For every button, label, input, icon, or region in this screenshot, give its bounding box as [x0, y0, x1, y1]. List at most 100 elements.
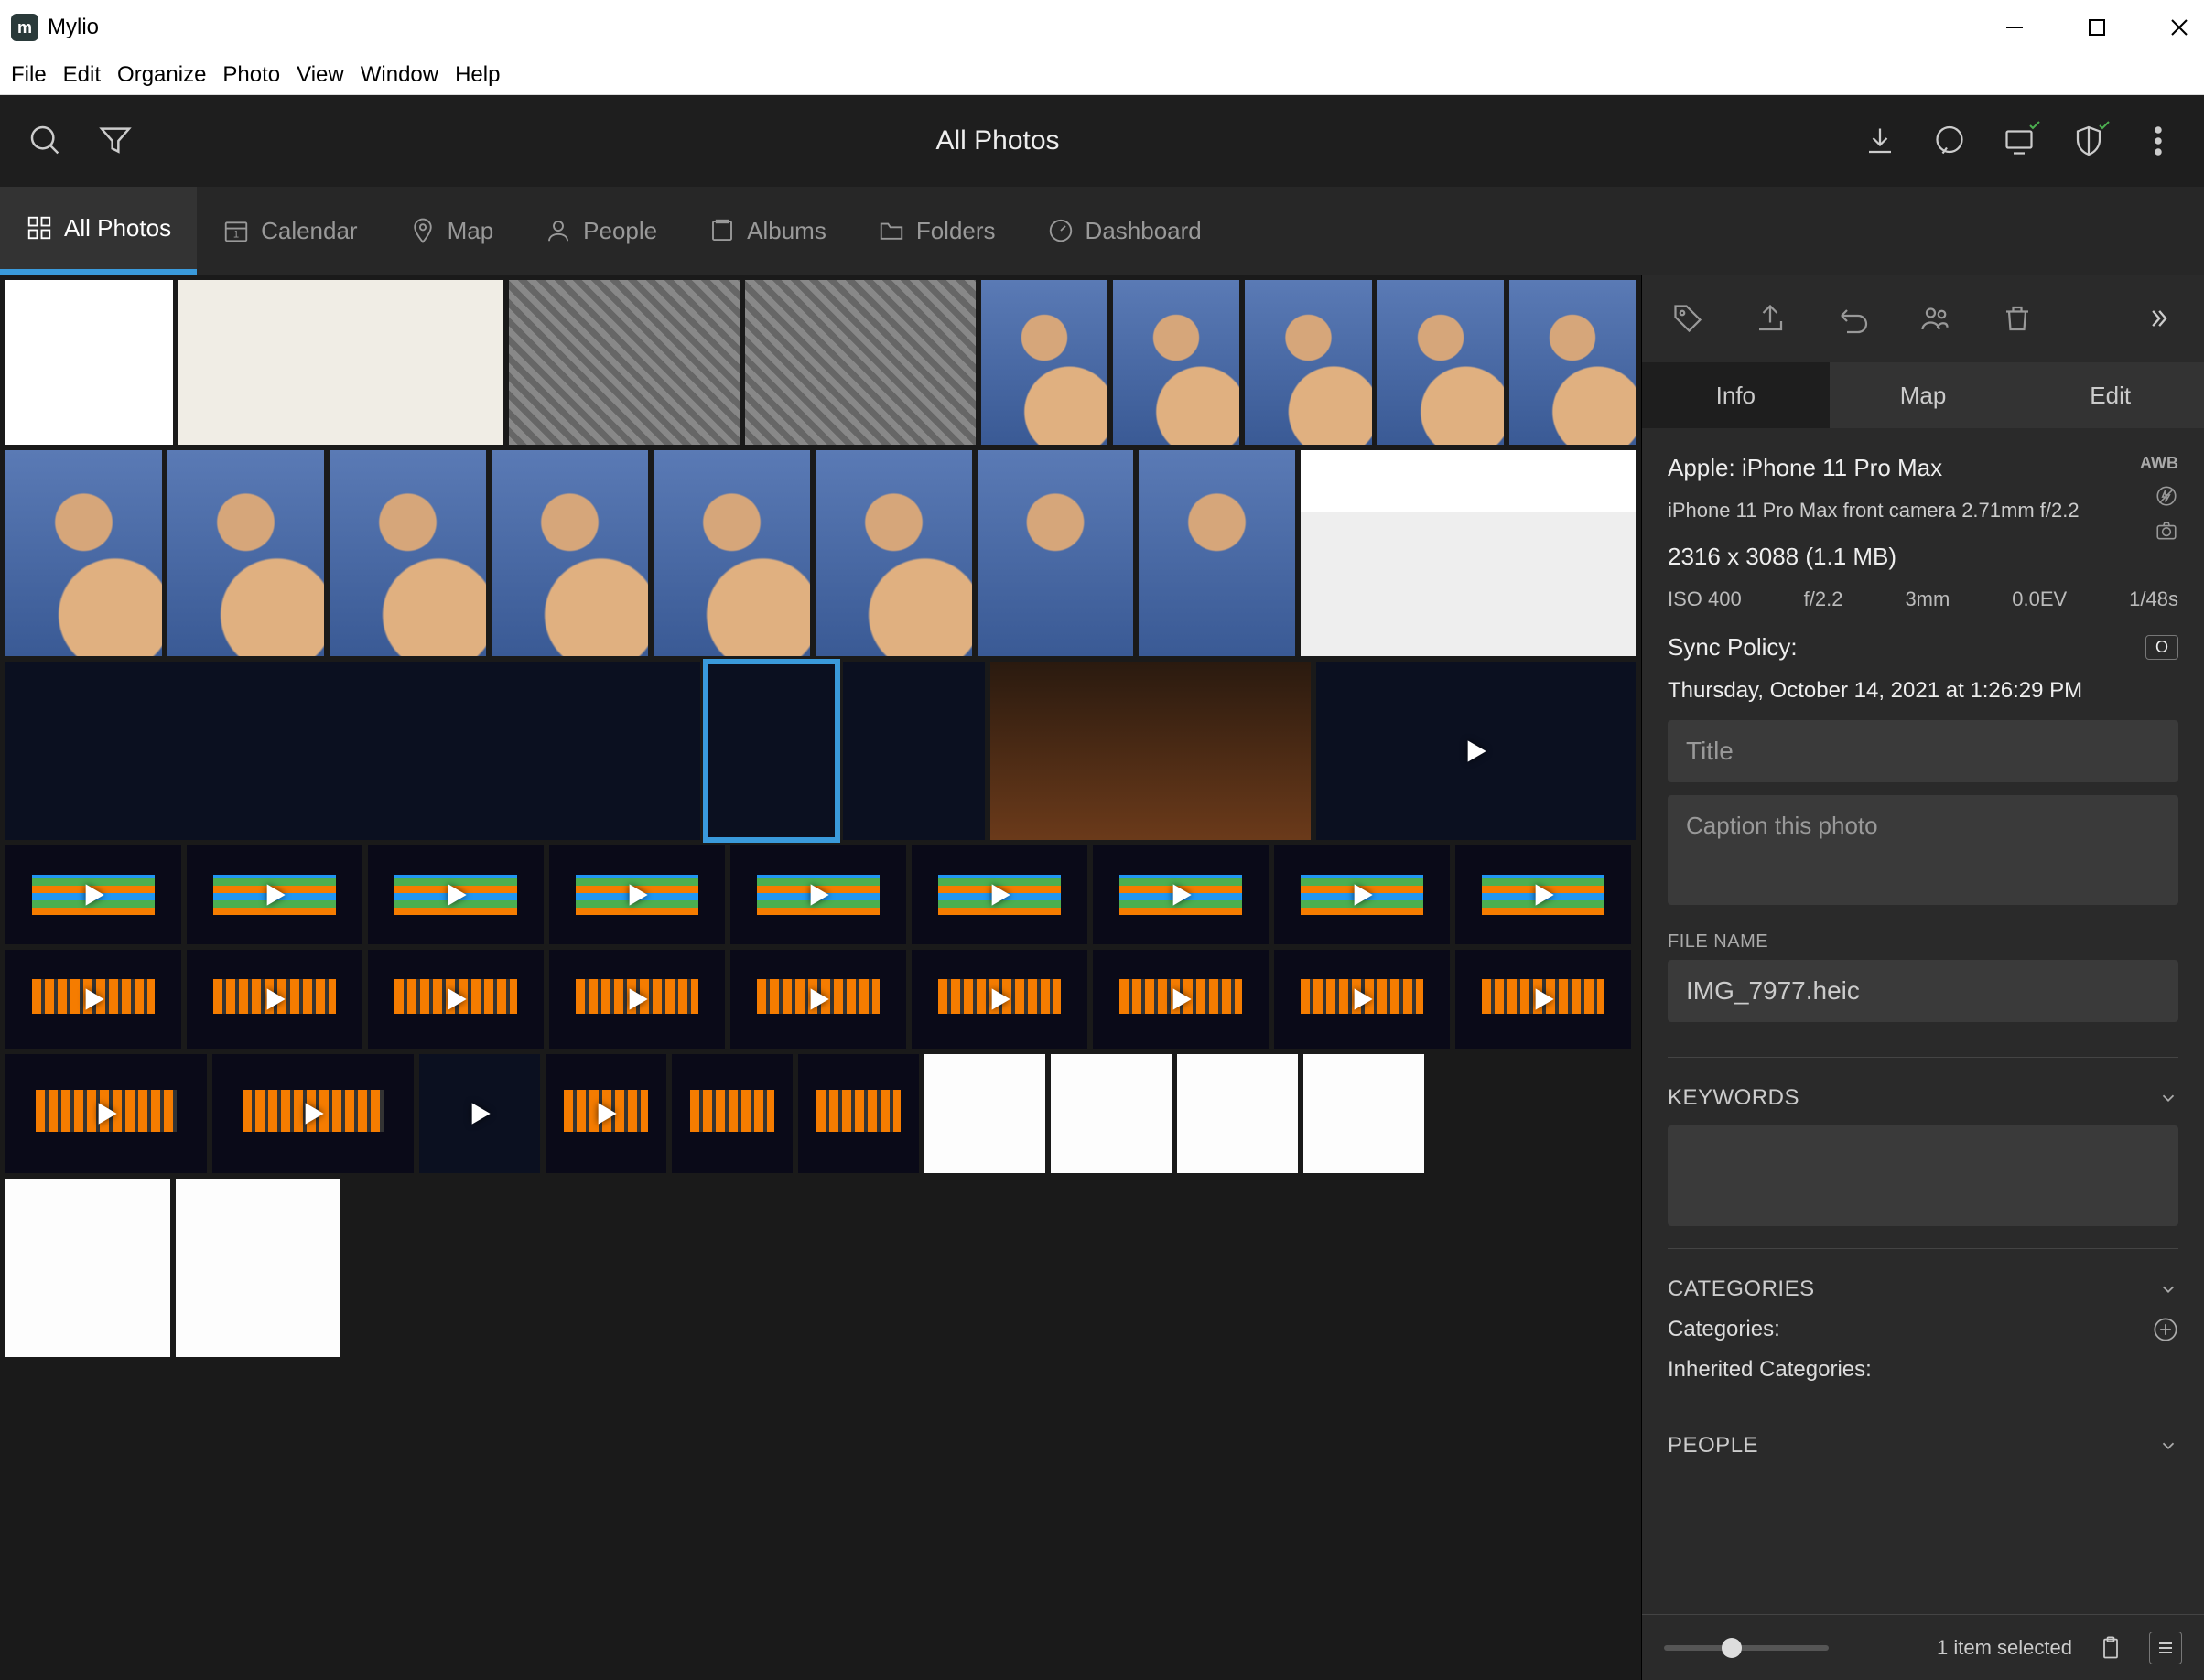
thumbnail[interactable] [798, 1054, 919, 1173]
thumbnail[interactable] [549, 845, 725, 944]
thumbnail[interactable] [1113, 280, 1239, 445]
filename-input[interactable] [1668, 960, 2178, 1022]
thumbnail[interactable] [549, 950, 725, 1049]
thumbnail[interactable] [978, 450, 1134, 656]
thumbnail[interactable] [1177, 1054, 1298, 1173]
keywords-section[interactable]: KEYWORDS [1668, 1085, 2178, 1111]
thumbnail[interactable] [1378, 280, 1504, 445]
close-button[interactable] [2166, 14, 2193, 41]
thumbnail[interactable] [672, 1054, 793, 1173]
tab-albums[interactable]: Albums [683, 187, 852, 275]
search-icon[interactable] [27, 123, 64, 159]
thumbnail[interactable] [178, 280, 503, 445]
trash-icon[interactable] [1999, 300, 2036, 337]
thumbnail[interactable] [1139, 450, 1295, 656]
clipboard-icon[interactable] [2094, 1632, 2127, 1664]
thumbnail[interactable] [745, 280, 976, 445]
thumbnail[interactable] [5, 280, 173, 445]
thumbnail[interactable] [1274, 950, 1450, 1049]
list-icon[interactable] [2149, 1632, 2182, 1664]
rp-tab-edit[interactable]: Edit [2016, 362, 2204, 428]
thumbnail[interactable] [5, 450, 162, 656]
thumbnail[interactable] [1245, 280, 1371, 445]
more-icon[interactable] [2140, 123, 2177, 159]
thumbnail[interactable] [368, 950, 544, 1049]
thumbnail[interactable] [330, 450, 486, 656]
filter-icon[interactable] [97, 123, 134, 159]
thumbnail[interactable] [816, 450, 972, 656]
thumbnail[interactable] [1301, 450, 1636, 656]
tag-icon[interactable] [1669, 300, 1706, 337]
thumbnail[interactable] [509, 280, 740, 445]
thumbnail[interactable] [5, 950, 181, 1049]
collapse-panel-icon[interactable] [2140, 300, 2177, 337]
menu-edit[interactable]: Edit [63, 62, 101, 88]
tab-map[interactable]: Map [384, 187, 520, 275]
thumbnail[interactable] [1455, 845, 1631, 944]
thumbnail[interactable] [176, 1179, 340, 1357]
people-section[interactable]: PEOPLE [1668, 1433, 2178, 1459]
dimensions: 2316 x 3088 (1.1 MB) [1668, 543, 2140, 571]
thumbnail[interactable] [1051, 1054, 1172, 1173]
thumbnail[interactable] [1316, 662, 1636, 840]
tab-calendar[interactable]: 1Calendar [197, 187, 384, 275]
menu-help[interactable]: Help [455, 62, 500, 88]
add-category-icon[interactable] [2153, 1317, 2178, 1342]
thumbnail[interactable] [1093, 950, 1269, 1049]
thumbnail[interactable] [419, 1054, 540, 1173]
thumbnail[interactable] [187, 845, 362, 944]
thumbnail[interactable] [912, 845, 1087, 944]
thumbnail[interactable] [5, 662, 700, 840]
thumbnail[interactable] [1274, 845, 1450, 944]
caption-input[interactable] [1668, 795, 2178, 905]
undo-icon[interactable] [1834, 300, 1871, 337]
menu-view[interactable]: View [297, 62, 344, 88]
thumbnail[interactable] [492, 450, 648, 656]
rp-tab-map[interactable]: Map [1830, 362, 2017, 428]
menu-organize[interactable]: Organize [117, 62, 206, 88]
thumbnail[interactable] [368, 845, 544, 944]
tab-people[interactable]: People [519, 187, 683, 275]
thumbnail[interactable] [706, 662, 838, 840]
thumbnail[interactable] [5, 845, 181, 944]
menu-photo[interactable]: Photo [222, 62, 280, 88]
photo-grid[interactable] [0, 275, 1641, 1680]
thumbnail[interactable] [1303, 1054, 1424, 1173]
tab-all-photos[interactable]: All Photos [0, 187, 197, 275]
chat-icon[interactable] [1931, 123, 1968, 159]
thumbnail[interactable] [730, 950, 906, 1049]
thumbnail[interactable] [730, 845, 906, 944]
thumbnail[interactable] [654, 450, 810, 656]
thumbnail[interactable] [981, 280, 1107, 445]
minimize-button[interactable] [2001, 14, 2028, 41]
people-icon[interactable] [1917, 300, 1953, 337]
thumbnail[interactable] [912, 950, 1087, 1049]
thumbnail[interactable] [1455, 950, 1631, 1049]
maximize-button[interactable] [2083, 14, 2111, 41]
categories-section[interactable]: CATEGORIES [1668, 1276, 2178, 1302]
thumbnail[interactable] [1509, 280, 1636, 445]
thumbnail[interactable] [990, 662, 1310, 840]
thumbnail[interactable] [1093, 845, 1269, 944]
download-icon[interactable] [1862, 123, 1898, 159]
menu-file[interactable]: File [11, 62, 47, 88]
keywords-box[interactable] [1668, 1125, 2178, 1226]
title-input[interactable] [1668, 720, 2178, 782]
thumbnail[interactable] [212, 1054, 414, 1173]
rp-tab-info[interactable]: Info [1642, 362, 1830, 428]
tab-dashboard[interactable]: Dashboard [1021, 187, 1227, 275]
thumbnail[interactable] [546, 1054, 666, 1173]
zoom-slider[interactable] [1664, 1645, 1829, 1651]
tab-folders[interactable]: Folders [852, 187, 1021, 275]
thumbnail[interactable] [5, 1054, 207, 1173]
thumbnail[interactable] [5, 1179, 170, 1357]
thumbnail[interactable] [167, 450, 324, 656]
thumbnail[interactable] [187, 950, 362, 1049]
top-toolbar: All Photos [0, 95, 2204, 187]
shield-icon[interactable] [2070, 123, 2107, 159]
thumbnail[interactable] [843, 662, 985, 840]
thumbnail[interactable] [924, 1054, 1045, 1173]
menu-window[interactable]: Window [361, 62, 438, 88]
device-icon[interactable] [2001, 123, 2037, 159]
export-icon[interactable] [1752, 300, 1788, 337]
